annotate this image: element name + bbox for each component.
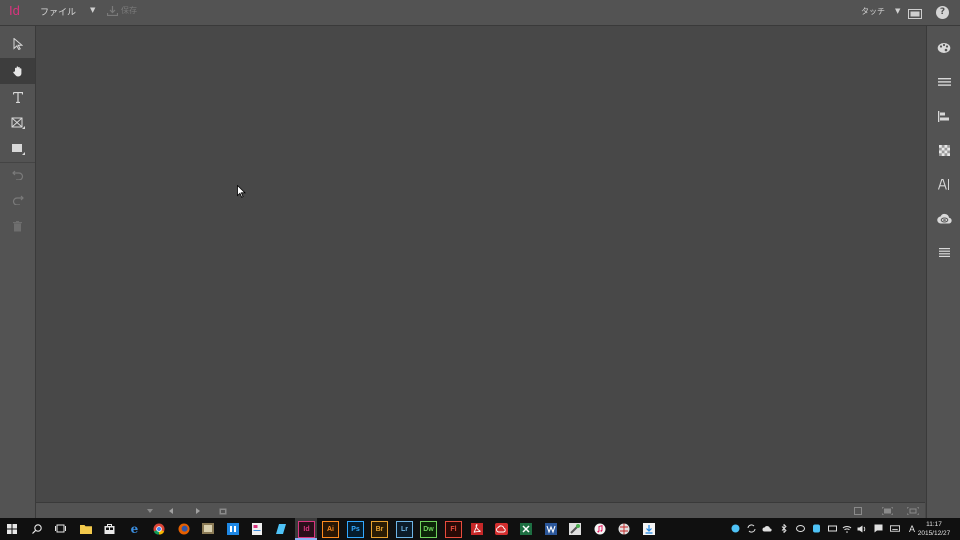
swatches-panel-button[interactable]: [927, 140, 960, 160]
selection-arrow-icon: [13, 38, 23, 50]
frame-tool-icon: [11, 117, 25, 129]
taskbar-app-bridge[interactable]: Br: [371, 521, 388, 538]
previous-page-icon[interactable]: [165, 506, 177, 516]
align-panel-button[interactable]: [927, 106, 960, 126]
paragraph-icon: [938, 247, 950, 257]
app-document-icon[interactable]: [249, 521, 264, 536]
clock-time: 11:17: [926, 521, 942, 528]
search-icon[interactable]: [29, 521, 44, 536]
taskbar-app-photoshop[interactable]: Ps: [347, 521, 364, 538]
itunes-icon[interactable]: [592, 521, 607, 536]
frame-tool[interactable]: [0, 110, 35, 136]
tray-bluetooth-icon[interactable]: [779, 523, 789, 534]
stroke-icon: [937, 78, 951, 86]
taskbar-clock[interactable]: 11:17 2015/12/27: [912, 520, 956, 538]
tray-keyboard-icon[interactable]: [890, 523, 900, 534]
rectangle-tool-icon: [11, 144, 25, 155]
tray-onedrive-icon[interactable]: [762, 523, 772, 534]
save-download-icon: [107, 5, 118, 16]
tools-panel: [0, 26, 36, 518]
trash-icon: [13, 220, 22, 231]
type-tool[interactable]: [0, 84, 35, 110]
windows-start-icon[interactable]: [4, 521, 19, 536]
hand-tool[interactable]: [0, 58, 35, 84]
taskbar-app-indesign[interactable]: Id: [298, 521, 315, 538]
help-button[interactable]: ?: [936, 6, 949, 19]
file-menu[interactable]: ファイル: [40, 5, 76, 18]
file-menu-chevron-down-icon[interactable]: ▼: [90, 6, 95, 14]
taskbar-app-lightroom[interactable]: Lr: [396, 521, 413, 538]
save-button[interactable]: 保存: [107, 5, 137, 16]
tray-cyan-app-icon[interactable]: [811, 523, 821, 534]
next-page-icon[interactable]: [192, 506, 204, 516]
windows-taskbar: e Id Ai Ps Br Lr Dw Fl A 11:17 2015/12/2…: [0, 518, 960, 540]
fit-page-icon[interactable]: [881, 506, 893, 516]
tray-volume-icon[interactable]: [857, 523, 867, 534]
libraries-panel-button[interactable]: [927, 208, 960, 228]
creative-cloud-libraries-icon: [936, 213, 952, 224]
tray-notification-icon[interactable]: [873, 523, 883, 534]
tray-sync-icon[interactable]: [746, 523, 756, 534]
rectangle-tool[interactable]: [0, 136, 35, 162]
character-panel-button[interactable]: [927, 174, 960, 194]
redo-button[interactable]: [0, 187, 35, 213]
indesign-logo: Id: [9, 3, 20, 18]
swatches-icon: [938, 144, 950, 156]
document-canvas[interactable]: [36, 26, 925, 502]
excel-icon[interactable]: [518, 521, 533, 536]
fit-spread-icon[interactable]: [907, 506, 919, 516]
redo-icon: [12, 195, 24, 205]
app-download-icon[interactable]: [641, 521, 656, 536]
creative-cloud-icon[interactable]: [494, 521, 509, 536]
taskbar-app-flash[interactable]: Fl: [445, 521, 462, 538]
app-globe-icon[interactable]: [616, 521, 631, 536]
preview-mode-icon[interactable]: [852, 506, 864, 516]
undo-icon: [11, 170, 23, 180]
type-tool-icon: [12, 91, 23, 103]
pages-panel-icon[interactable]: [217, 506, 229, 516]
mouse-cursor-icon: [237, 185, 246, 198]
acrobat-icon[interactable]: [469, 521, 484, 536]
app-tools-icon[interactable]: [567, 521, 582, 536]
clock-date: 2015/12/27: [917, 530, 951, 537]
edge-browser-icon[interactable]: e: [127, 521, 142, 536]
app-top-bar: Id ファイル ▼ 保存 タッチ ▼ ?: [0, 0, 960, 26]
notes-app-icon[interactable]: [200, 521, 215, 536]
panels-strip: [926, 26, 960, 518]
tray-app-icon[interactable]: [795, 523, 805, 534]
color-palette-icon: [937, 43, 951, 53]
word-icon[interactable]: [543, 521, 558, 536]
tray-device-icon[interactable]: [827, 523, 837, 534]
tray-wifi-icon[interactable]: [842, 523, 852, 534]
save-label: 保存: [121, 6, 137, 15]
page-navigation-bar: [36, 502, 925, 519]
paragraph-panel-button[interactable]: [927, 242, 960, 262]
hand-tool-icon: [12, 66, 21, 77]
app-blue-box-icon[interactable]: [225, 521, 240, 536]
app-cyan-icon[interactable]: [273, 521, 288, 536]
delete-button[interactable]: [0, 213, 35, 239]
store-icon[interactable]: [102, 521, 117, 536]
firefox-icon[interactable]: [176, 521, 191, 536]
align-icon: [938, 110, 949, 122]
screen-mode-icon[interactable]: [908, 6, 922, 19]
color-panel-button[interactable]: [927, 38, 960, 58]
tray-app-blue-icon[interactable]: [730, 523, 740, 534]
chrome-icon[interactable]: [151, 521, 166, 536]
undo-button[interactable]: [0, 162, 35, 188]
touch-mode-label[interactable]: タッチ: [861, 6, 885, 17]
stroke-panel-button[interactable]: [927, 72, 960, 92]
task-view-icon[interactable]: [53, 521, 68, 536]
touch-mode-chevron-down-icon[interactable]: ▼: [895, 7, 900, 15]
file-explorer-icon[interactable]: [78, 521, 93, 536]
selection-tool[interactable]: [0, 31, 35, 57]
character-icon: [938, 178, 949, 190]
taskbar-app-illustrator[interactable]: Ai: [322, 521, 339, 538]
taskbar-app-dreamweaver[interactable]: Dw: [420, 521, 437, 538]
page-dropdown-chevron-down-icon[interactable]: [144, 506, 156, 516]
